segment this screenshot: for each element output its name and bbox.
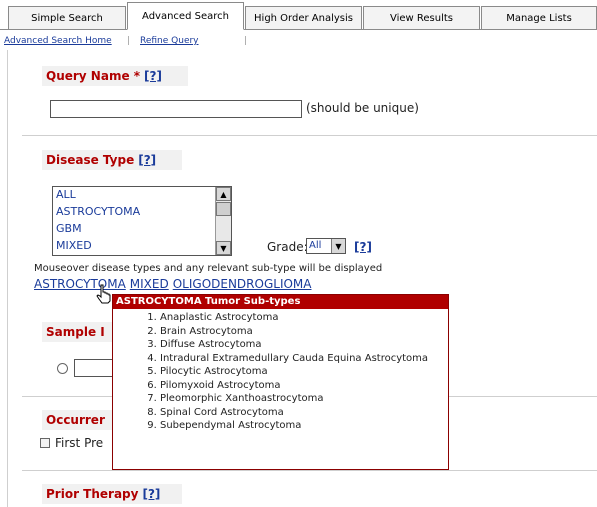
section-divider [22,135,597,136]
sample-radio[interactable] [57,363,68,374]
subtypes-list: Anaplastic Astrocytoma Brain Astrocytoma… [113,311,448,433]
list-item: Pilocytic Astrocytoma [160,365,448,379]
subtypes-tooltip: ASTROCYTOMA Tumor Sub-types Anaplastic A… [112,294,449,470]
list-item: Pleomorphic Xanthoastrocytoma [160,392,448,406]
sample-title: Sample I [46,325,105,339]
scroll-up-arrow-icon[interactable]: ▲ [216,187,231,201]
advanced-search-home-link[interactable]: Advanced Search Home [4,36,112,46]
tab-view-results[interactable]: View Results [363,6,480,30]
mouseover-note: Mouseover disease types and any relevant… [34,263,383,274]
list-item: Pilomyxoid Astrocytoma [160,379,448,393]
list-item: Intradural Extramedullary Cauda Equina A… [160,352,448,366]
breadcrumb-separator: | [127,36,131,46]
sample-heading: Sample I [42,322,122,342]
disease-option[interactable]: MIXED [53,240,231,251]
scroll-thumb[interactable] [216,202,231,216]
occurrence-heading: Occurrer [42,410,122,430]
disease-type-heading: Disease Type [?] [42,150,182,170]
query-name-hint: (should be unique) [306,101,419,115]
disease-type-help-link[interactable]: [?] [138,153,156,167]
list-item: Anaplastic Astrocytoma [160,311,448,325]
scroll-down-arrow-icon[interactable]: ▼ [216,241,231,255]
prior-therapy-heading: Prior Therapy [?] [42,484,182,504]
disease-type-links: ASTROCYTOMA MIXED OLIGODENDROGLIOMA [34,277,316,291]
chevron-down-icon[interactable]: ▼ [331,239,345,253]
astrocytoma-link[interactable]: ASTROCYTOMA [34,277,126,291]
first-presentation-label: First Pre [55,436,104,450]
disease-option[interactable]: ASTROCYTOMA [53,206,231,217]
list-item: Brain Astrocytoma [160,325,448,339]
breadcrumb: Advanced Search Home | Refine Query | [0,32,597,50]
refine-query-link[interactable]: Refine Query [140,36,199,46]
list-item: Subependymal Astrocytoma [160,419,448,433]
occurrence-title: Occurrer [46,413,105,427]
disease-type-title: Disease Type [46,153,135,167]
disease-option[interactable]: ALL [53,189,231,200]
list-item: Spinal Cord Astrocytoma [160,406,448,420]
tab-manage-lists[interactable]: Manage Lists [481,6,597,30]
grade-help-link[interactable]: [?] [354,240,372,254]
section-divider [22,470,597,471]
listbox-scrollbar[interactable]: ▲ ▼ [215,187,231,255]
mixed-link[interactable]: MIXED [130,277,169,291]
hand-pointer-cursor-icon [96,284,112,308]
disease-type-listbox[interactable]: ALL ASTROCYTOMA GBM MIXED ▲ ▼ [52,186,232,256]
tab-bar: Simple Search Advanced Search High Order… [0,0,597,32]
prior-therapy-title: Prior Therapy [46,487,139,501]
breadcrumb-separator: | [244,36,248,46]
grade-label: Grade: [267,240,308,254]
grade-select[interactable]: All ▼ [306,238,346,254]
prior-therapy-help-link[interactable]: [?] [142,487,160,501]
query-name-heading: Query Name * [?] [42,66,188,86]
query-name-input[interactable] [50,100,302,118]
tab-advanced-search[interactable]: Advanced Search [127,2,244,30]
list-item: Diffuse Astrocytoma [160,338,448,352]
tab-high-order-analysis[interactable]: High Order Analysis [245,6,362,30]
tooltip-title: ASTROCYTOMA Tumor Sub-types [113,295,448,309]
query-name-help-link[interactable]: [?] [144,69,162,83]
first-presentation-checkbox[interactable] [40,438,50,448]
left-border [7,50,8,507]
tab-simple-search[interactable]: Simple Search [8,6,126,30]
grade-selected-value: All [309,240,322,251]
disease-option[interactable]: GBM [53,223,231,234]
query-name-title: Query Name * [46,69,141,83]
oligodendroglioma-link[interactable]: OLIGODENDROGLIOMA [173,277,312,291]
